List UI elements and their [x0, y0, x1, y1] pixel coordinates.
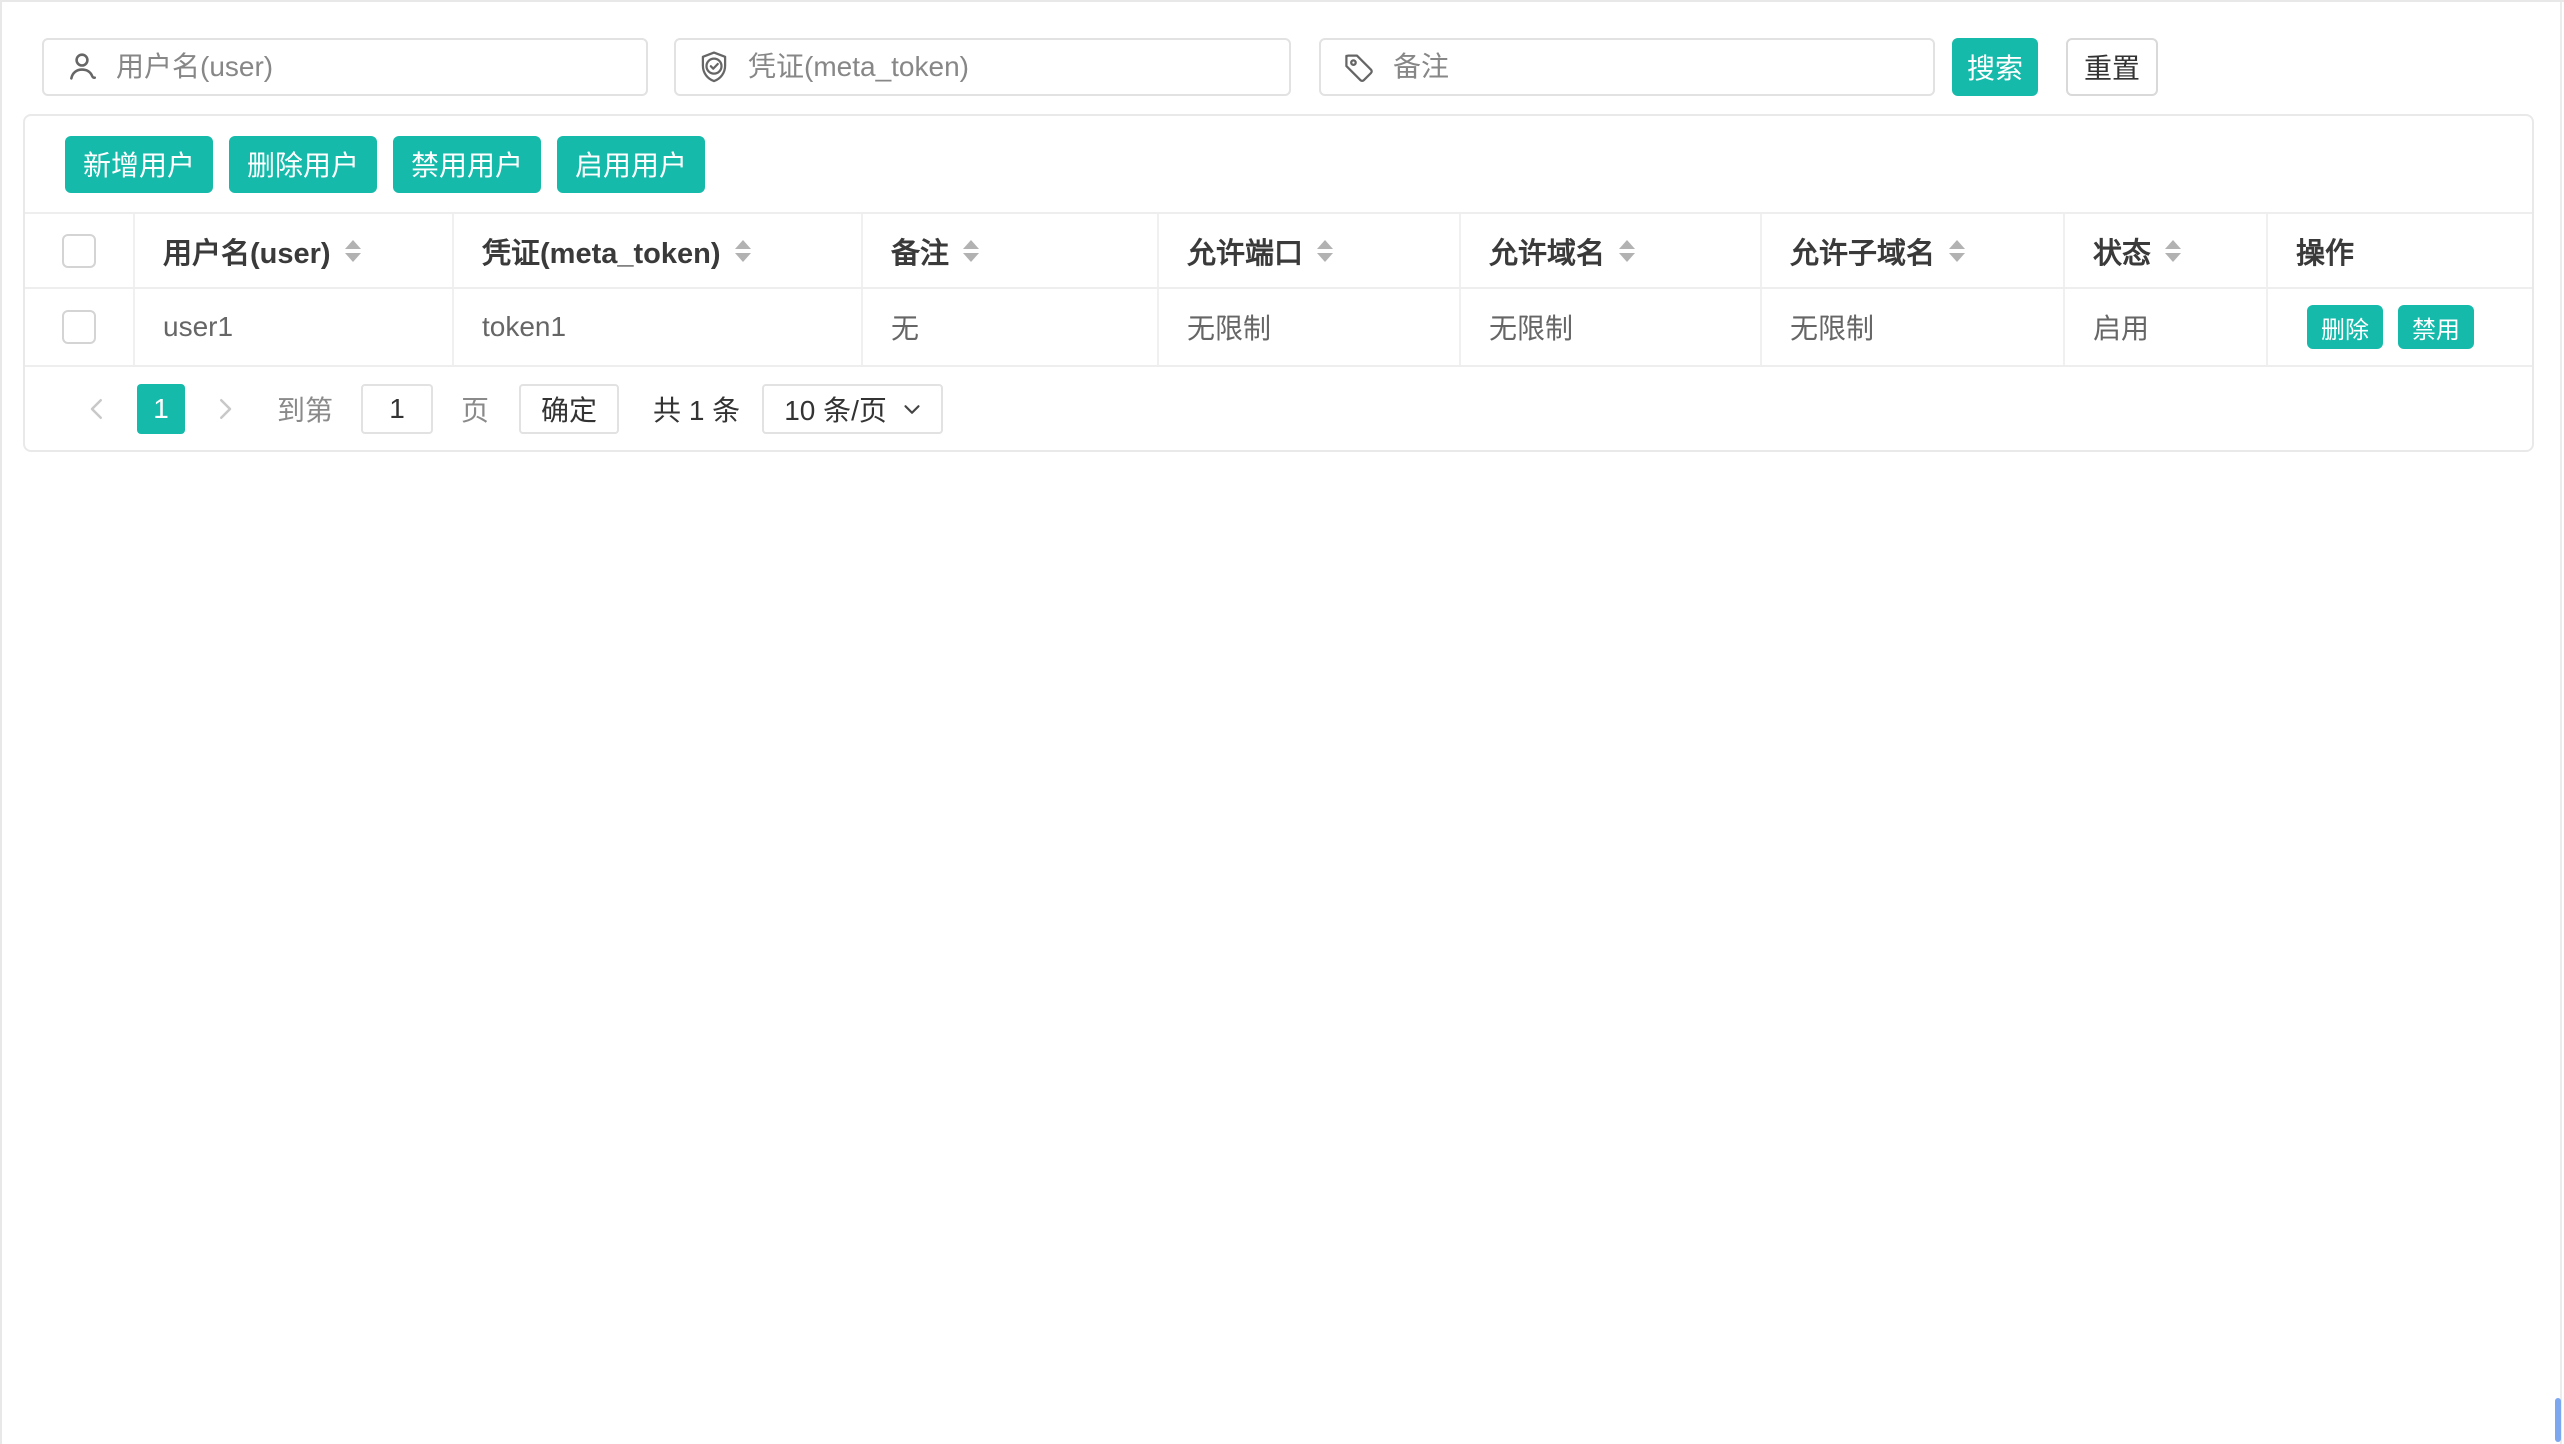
row-delete-button[interactable]: 删除	[2307, 305, 2383, 349]
goto-page-input[interactable]	[361, 384, 433, 434]
header-checkbox-cell	[25, 214, 135, 287]
row-checkbox[interactable]	[62, 310, 96, 344]
cell-user: user1	[135, 289, 454, 365]
user-table-card: 新增用户 删除用户 禁用用户 启用用户 用户名(user) 凭证(meta_to…	[23, 114, 2534, 452]
sort-icon[interactable]	[345, 240, 361, 262]
page-right-border	[2560, 2, 2562, 1444]
column-header-token[interactable]: 凭证(meta_token)	[454, 214, 863, 287]
column-header-user[interactable]: 用户名(user)	[135, 214, 454, 287]
page-size-value: 10 条/页	[784, 389, 887, 429]
column-label: 允许端口	[1187, 230, 1303, 272]
column-label: 操作	[2296, 230, 2354, 272]
column-header-status[interactable]: 状态	[2065, 214, 2268, 287]
chevron-right-icon	[210, 394, 240, 424]
token-input[interactable]	[748, 51, 1269, 83]
search-bar: 搜索 重置	[2, 2, 2564, 114]
shield-check-icon	[696, 49, 732, 85]
remark-search-field[interactable]	[1319, 38, 1935, 96]
username-input[interactable]	[116, 51, 626, 83]
chevron-down-icon	[899, 396, 925, 422]
table-header-row: 用户名(user) 凭证(meta_token) 备注 允许端口 允许域名 允许…	[25, 212, 2532, 289]
select-all-checkbox[interactable]	[62, 234, 96, 268]
chevron-left-icon	[82, 394, 112, 424]
cell-allow-subdomains: 无限制	[1762, 289, 2065, 365]
disable-user-button[interactable]: 禁用用户	[393, 136, 541, 193]
row-disable-button[interactable]: 禁用	[2398, 305, 2474, 349]
column-label: 允许子域名	[1790, 230, 1935, 272]
sort-icon[interactable]	[735, 240, 751, 262]
cell-allow-ports: 无限制	[1159, 289, 1461, 365]
row-checkbox-cell	[25, 289, 135, 365]
goto-page-label: 到第	[277, 389, 333, 429]
table-toolbar: 新增用户 删除用户 禁用用户 启用用户	[25, 116, 2532, 212]
column-header-allow-domains[interactable]: 允许域名	[1461, 214, 1762, 287]
cell-allow-domains: 无限制	[1461, 289, 1762, 365]
column-header-allow-ports[interactable]: 允许端口	[1159, 214, 1461, 287]
next-page-button[interactable]	[205, 384, 245, 434]
page-unit-label: 页	[461, 389, 489, 429]
goto-confirm-button[interactable]: 确定	[519, 384, 619, 434]
column-label: 凭证(meta_token)	[482, 230, 721, 272]
column-label: 状态	[2093, 230, 2151, 272]
sort-icon[interactable]	[1619, 240, 1635, 262]
prev-page-button[interactable]	[77, 384, 117, 434]
sort-icon[interactable]	[963, 240, 979, 262]
search-button[interactable]: 搜索	[1952, 38, 2038, 96]
scrollbar-thumb[interactable]	[2555, 1398, 2561, 1442]
total-count-label: 共 1 条	[653, 389, 740, 429]
column-header-actions: 操作	[2268, 214, 2532, 287]
user-management-page: 搜索 重置 新增用户 删除用户 禁用用户 启用用户 用户名(user) 凭证(m…	[0, 0, 2564, 1444]
column-header-remark[interactable]: 备注	[863, 214, 1159, 287]
column-label: 允许域名	[1489, 230, 1605, 272]
cell-token: token1	[454, 289, 863, 365]
column-label: 用户名(user)	[163, 230, 331, 272]
enable-user-button[interactable]: 启用用户	[557, 136, 705, 193]
cell-remark: 无	[863, 289, 1159, 365]
reset-button[interactable]: 重置	[2066, 38, 2158, 96]
column-header-allow-subdomains[interactable]: 允许子域名	[1762, 214, 2065, 287]
delete-user-button[interactable]: 删除用户	[229, 136, 377, 193]
tag-icon	[1341, 49, 1377, 85]
user-icon	[64, 49, 100, 85]
page-size-select[interactable]: 10 条/页	[762, 384, 943, 434]
sort-icon[interactable]	[1317, 240, 1333, 262]
table-row: user1 token1 无 无限制 无限制 无限制 启用 删除 禁用	[25, 289, 2532, 367]
sort-icon[interactable]	[1949, 240, 1965, 262]
remark-input[interactable]	[1393, 51, 1913, 83]
cell-status: 启用	[2065, 289, 2268, 365]
token-search-field[interactable]	[674, 38, 1291, 96]
add-user-button[interactable]: 新增用户	[65, 136, 213, 193]
username-search-field[interactable]	[42, 38, 648, 96]
cell-actions: 删除 禁用	[2268, 289, 2532, 365]
column-label: 备注	[891, 230, 949, 272]
current-page-button[interactable]: 1	[137, 384, 185, 434]
pagination-bar: 1 到第 页 确定 共 1 条 10 条/页	[25, 367, 2532, 450]
sort-icon[interactable]	[2165, 240, 2181, 262]
